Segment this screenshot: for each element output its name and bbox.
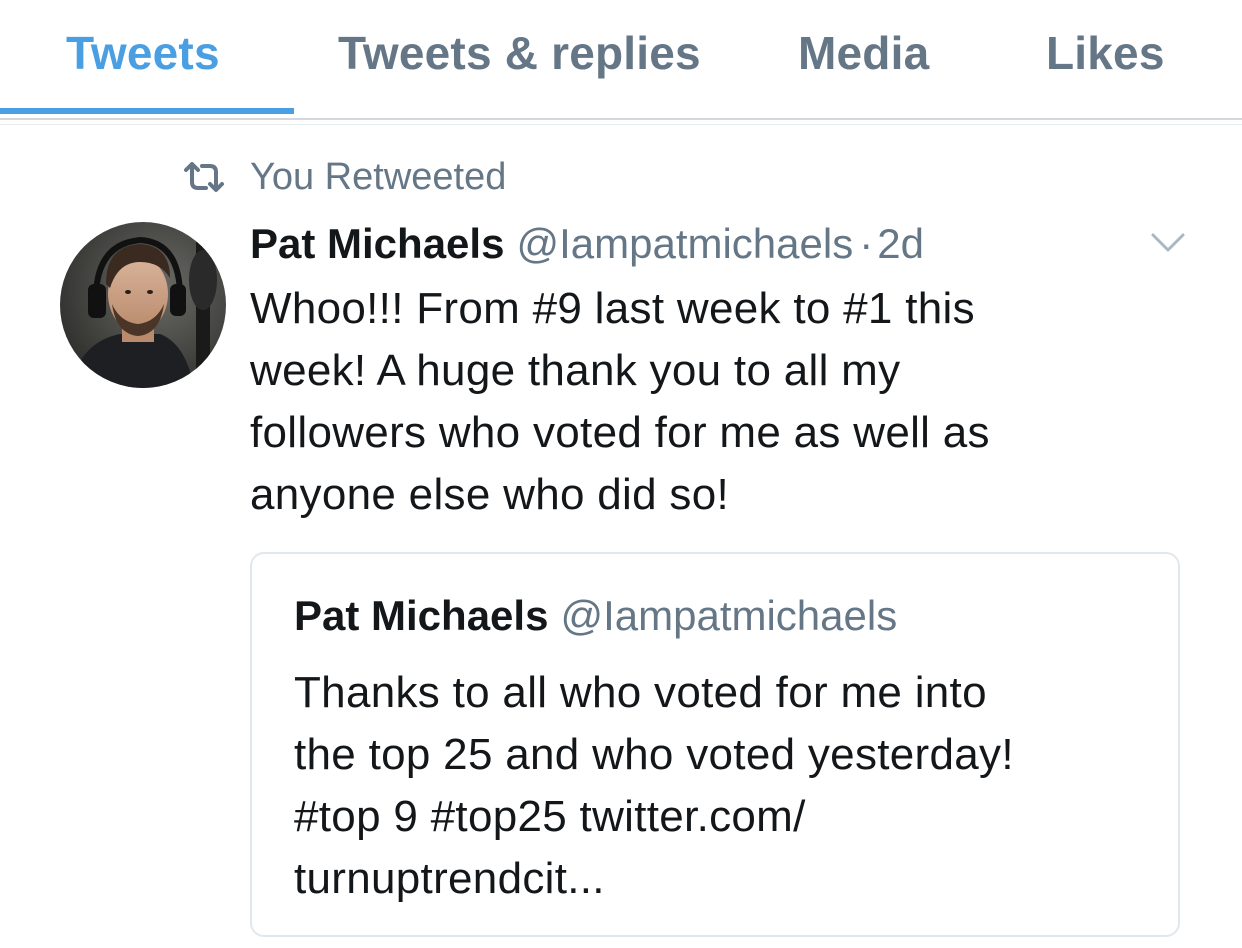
tab-tweets-and-replies[interactable]: Tweets & replies [294,0,754,112]
separator-dot: · [859,220,874,267]
retweet-context: You Retweeted [182,152,506,202]
tweet-timestamp[interactable]: 2d [877,220,924,267]
author-name[interactable]: Pat Michaels [250,220,504,267]
profile-tabs: Tweets Tweets & replies Media Likes [0,0,1242,118]
tweet-header: Pat Michaels @Iampatmichaels ·2d [250,216,924,272]
tweet-text-line: anyone else who did so! [250,470,729,519]
quoted-text-line: Thanks to all who voted for me into [294,668,987,717]
retweet-icon [184,162,224,192]
quoted-author-handle: @Iampatmichaels [560,592,898,639]
tabs-divider [0,118,1242,120]
active-tab-indicator [0,108,294,114]
avatar[interactable] [60,222,226,388]
quoted-tweet-text: Thanks to all who voted for me into the … [294,662,1154,910]
tab-tweets[interactable]: Tweets [0,0,294,112]
quoted-text-line: turnuptrendcit... [294,854,605,903]
chevron-down-icon[interactable] [1150,230,1186,256]
quoted-author-name: Pat Michaels [294,592,549,639]
quoted-text-line: #top 9 #top25 twitter.com/ [294,792,806,841]
quoted-text-line: the top 25 and who voted yesterday! [294,730,1014,779]
tweet-text: Whoo!!! From #9 last week to #1 this wee… [250,278,1150,526]
tab-label: Tweets [66,27,220,79]
tab-media[interactable]: Media [754,0,994,112]
quoted-tweet-header: Pat Michaels @Iampatmichaels [294,588,897,644]
tab-label: Likes [1046,27,1165,79]
tab-label: Media [798,27,930,79]
quoted-tweet-card[interactable]: Pat Michaels @Iampatmichaels Thanks to al… [250,552,1180,937]
tabs-divider-secondary [0,124,1242,125]
avatar-photo [60,222,226,388]
retweet-label: You Retweeted [250,156,507,198]
author-handle[interactable]: @Iampatmichaels [516,220,853,267]
tab-label: Tweets & replies [338,27,701,79]
tweet-text-line: followers who voted for me as well as [250,408,990,457]
tab-likes[interactable]: Likes [994,0,1242,112]
tweet-text-line: week! A huge thank you to all my [250,346,901,395]
tweet-text-line: Whoo!!! From #9 last week to #1 this [250,284,975,333]
